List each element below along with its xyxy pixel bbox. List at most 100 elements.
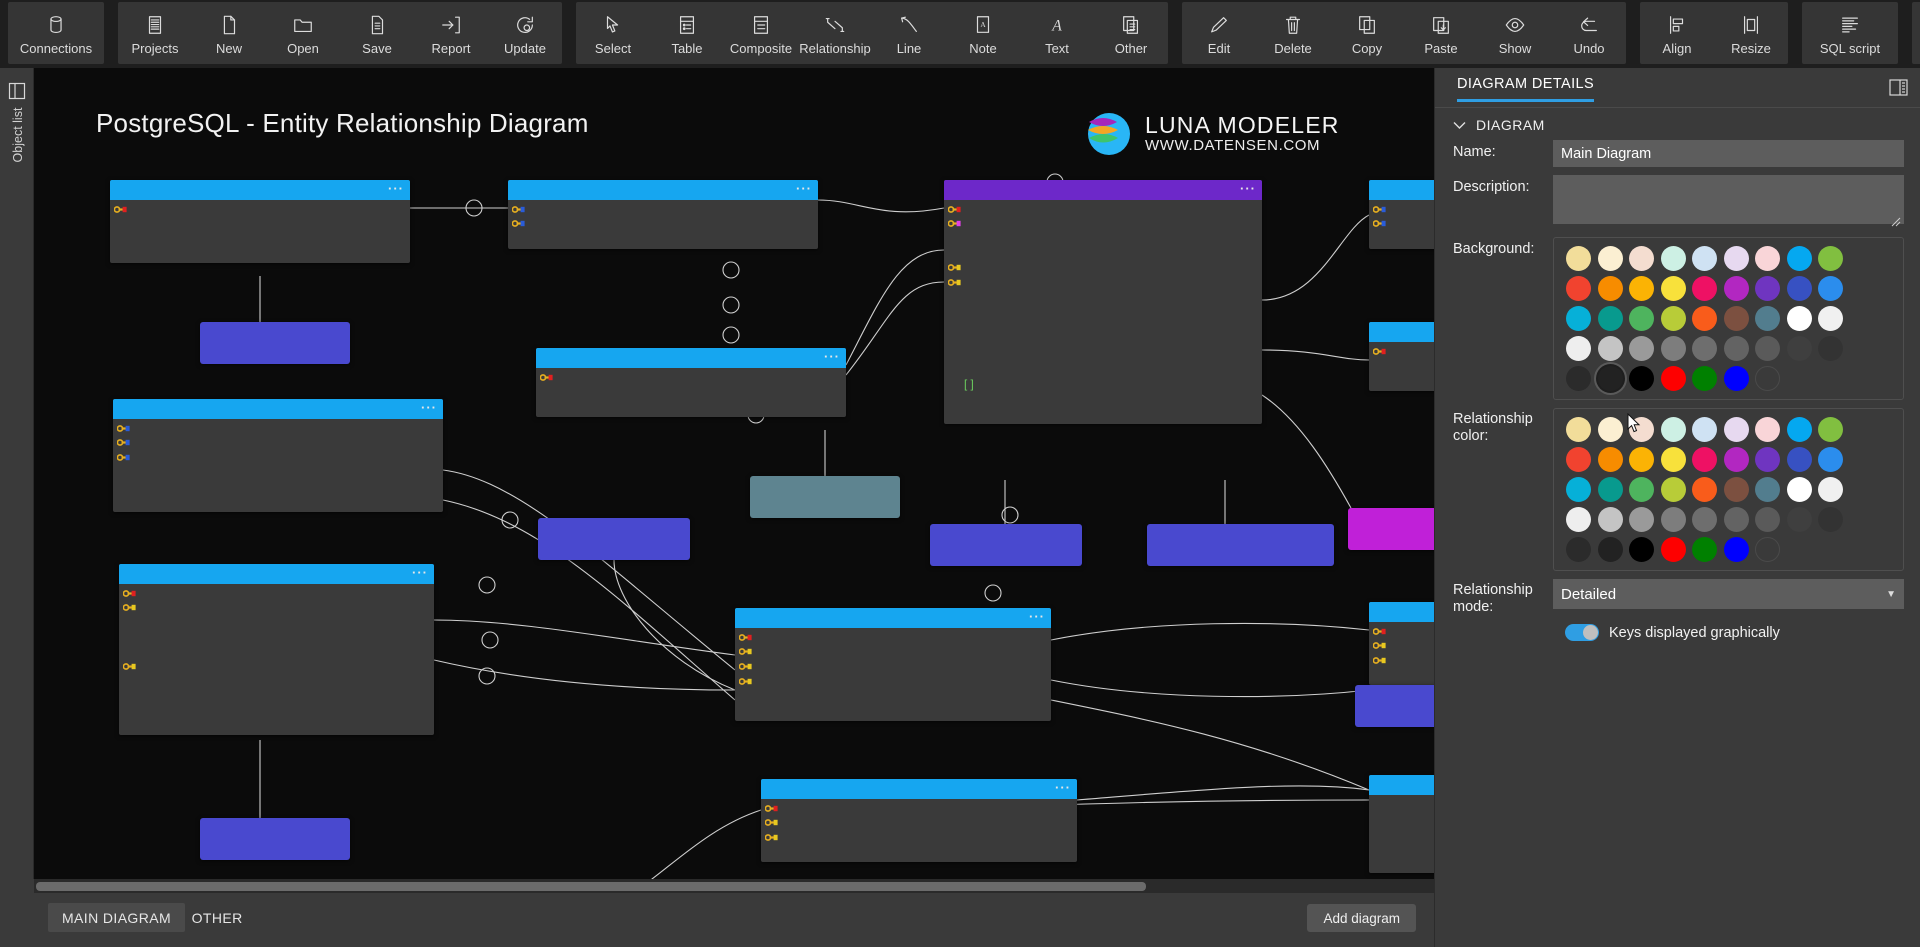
color-swatch[interactable]: [1787, 477, 1812, 502]
keys-displayed-graphically-toggle[interactable]: [1565, 624, 1599, 641]
section-diagram-header[interactable]: DIAGRAM: [1435, 108, 1920, 140]
entity-table-inventory[interactable]: ···: [1369, 602, 1434, 685]
color-swatch[interactable]: [1629, 276, 1654, 301]
color-swatch[interactable]: [1566, 507, 1591, 532]
entity-column-row[interactable]: [1369, 624, 1434, 639]
entity-column-row[interactable]: [761, 830, 1077, 845]
node-actor_info[interactable]: [200, 322, 350, 364]
color-swatch[interactable]: [1692, 507, 1717, 532]
tab-diagram-details[interactable]: DIAGRAM DETAILS: [1457, 76, 1594, 102]
color-swatch[interactable]: [1598, 537, 1623, 562]
entity-column-row[interactable]: [944, 319, 1262, 334]
color-swatch[interactable]: [1566, 336, 1591, 361]
entity-header[interactable]: ···: [536, 348, 846, 368]
entity-column-row[interactable]: [761, 801, 1077, 816]
color-swatch[interactable]: [1566, 246, 1591, 271]
entity-menu-icon[interactable]: ···: [796, 181, 812, 196]
toolbar-button-save[interactable]: Save: [340, 2, 414, 64]
color-swatch[interactable]: [1787, 276, 1812, 301]
toolbar-button-connections[interactable]: Connections: [8, 2, 104, 64]
toolbar-button-select[interactable]: Select: [576, 2, 650, 64]
color-swatch[interactable]: [1566, 477, 1591, 502]
color-swatch[interactable]: [1598, 366, 1623, 391]
color-swatch[interactable]: [1629, 417, 1654, 442]
color-swatch[interactable]: [1692, 246, 1717, 271]
resize-grip-icon[interactable]: [1891, 217, 1901, 227]
entity-column-row[interactable]: [944, 246, 1262, 261]
entity-column-row[interactable]: [1369, 231, 1434, 246]
entity-column-row[interactable]: [761, 845, 1077, 860]
entity-column-row[interactable]: [110, 231, 410, 246]
color-swatch[interactable]: [1661, 336, 1686, 361]
entity-column-row[interactable]: [113, 450, 443, 465]
entity-column-row[interactable]: [110, 217, 410, 232]
color-swatch[interactable]: [1661, 507, 1686, 532]
entity-column-row[interactable]: [1369, 217, 1434, 232]
color-swatch[interactable]: [1692, 306, 1717, 331]
entity-header[interactable]: ···: [761, 779, 1077, 799]
entity-column-row[interactable]: [944, 304, 1262, 319]
entity-column-row[interactable]: [119, 703, 434, 718]
entity-column-row[interactable]: [735, 674, 1051, 689]
color-swatch[interactable]: [1755, 366, 1780, 391]
entity-column-row[interactable]: [944, 231, 1262, 246]
color-swatch[interactable]: [1661, 276, 1686, 301]
entity-column-row[interactable]: [119, 586, 434, 601]
entity-column-row[interactable]: [119, 659, 434, 674]
toolbar-button-relationship[interactable]: Relationship: [798, 2, 872, 64]
color-swatch[interactable]: [1566, 537, 1591, 562]
color-swatch[interactable]: [1724, 477, 1749, 502]
node-film_in_stock[interactable]: [750, 476, 900, 518]
entity-table-staff[interactable]: ···: [1369, 775, 1434, 873]
entity-column-row[interactable]: [ ]: [944, 377, 1262, 392]
entity-column-row[interactable]: [1369, 797, 1434, 812]
color-swatch[interactable]: [1787, 507, 1812, 532]
entity-header[interactable]: ···: [944, 180, 1262, 200]
toolbar-button-align[interactable]: Align: [1640, 2, 1714, 64]
color-swatch[interactable]: [1566, 417, 1591, 442]
color-swatch[interactable]: [1755, 537, 1780, 562]
entity-table-language[interactable]: ···: [536, 348, 846, 417]
color-swatch[interactable]: [1755, 477, 1780, 502]
entity-menu-icon[interactable]: ···: [824, 349, 840, 364]
node-nicer_but_slower_film_list[interactable]: [1147, 524, 1334, 566]
entity-column-row[interactable]: [119, 674, 434, 689]
entity-header[interactable]: ···: [1369, 322, 1434, 342]
relationship-color-palette[interactable]: [1553, 408, 1904, 571]
color-swatch[interactable]: [1724, 276, 1749, 301]
color-swatch[interactable]: [1661, 246, 1686, 271]
entity-table-category[interactable]: ···: [1369, 322, 1434, 391]
entity-column-row[interactable]: [944, 290, 1262, 305]
bottom-tab-other[interactable]: OTHER: [178, 903, 257, 932]
color-swatch[interactable]: [1787, 447, 1812, 472]
color-swatch[interactable]: [1818, 246, 1843, 271]
toolbar-button-other[interactable]: Other: [1094, 2, 1168, 64]
color-swatch[interactable]: [1661, 366, 1686, 391]
color-swatch[interactable]: [1629, 477, 1654, 502]
color-swatch[interactable]: [1724, 537, 1749, 562]
color-swatch[interactable]: [1692, 447, 1717, 472]
diagram-description-input[interactable]: [1553, 175, 1904, 224]
toolbar-button-show[interactable]: Show: [1478, 2, 1552, 64]
toolbar-button-note[interactable]: ANote: [946, 2, 1020, 64]
entity-column-row[interactable]: [735, 630, 1051, 645]
color-swatch[interactable]: [1598, 276, 1623, 301]
entity-menu-icon[interactable]: ···: [412, 565, 428, 580]
color-swatch[interactable]: [1755, 336, 1780, 361]
color-swatch[interactable]: [1661, 447, 1686, 472]
entity-column-row[interactable]: [119, 688, 434, 703]
color-swatch[interactable]: [1692, 417, 1717, 442]
entity-column-row[interactable]: [944, 333, 1262, 348]
background-color-palette[interactable]: [1553, 237, 1904, 400]
color-swatch[interactable]: [1724, 246, 1749, 271]
entity-column-row[interactable]: [113, 494, 443, 509]
entity-menu-icon[interactable]: ···: [421, 400, 437, 415]
color-swatch[interactable]: [1787, 306, 1812, 331]
color-swatch[interactable]: [1755, 306, 1780, 331]
color-swatch[interactable]: [1724, 306, 1749, 331]
entity-column-row[interactable]: [944, 202, 1262, 217]
entity-column-row[interactable]: [1369, 373, 1434, 388]
toolbar-button-report[interactable]: Report: [414, 2, 488, 64]
color-swatch[interactable]: [1566, 366, 1591, 391]
entity-column-row[interactable]: [113, 436, 443, 451]
